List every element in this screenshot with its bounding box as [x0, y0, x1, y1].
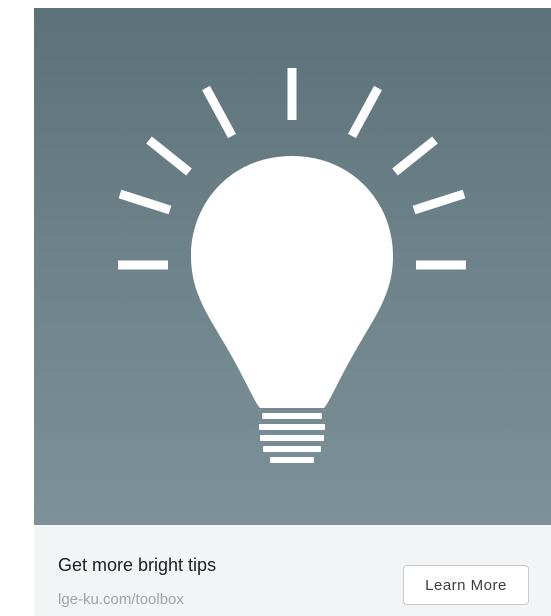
ad-card[interactable]: Get more bright tips lge-ku.com/toolbox …: [34, 8, 551, 616]
lightbulb-icon: [118, 68, 466, 463]
light-ray-upper-left: [202, 85, 236, 139]
ad-headline[interactable]: Get more bright tips: [58, 555, 216, 576]
light-ray-lower-left: [118, 189, 172, 215]
light-ray-mid-left: [146, 136, 192, 176]
bulb-base: [259, 413, 325, 463]
bulb-glass: [191, 156, 393, 408]
ad-domain[interactable]: lge-ku.com/toolbox: [58, 591, 184, 608]
learn-more-button[interactable]: Learn More: [403, 565, 529, 605]
ad-image[interactable]: [34, 8, 551, 525]
light-ray-upper-right: [348, 85, 382, 139]
ad-footer[interactable]: Get more bright tips lge-ku.com/toolbox …: [34, 525, 551, 616]
light-ray-lower-right: [412, 189, 466, 215]
light-ray-mid-right: [392, 136, 438, 176]
